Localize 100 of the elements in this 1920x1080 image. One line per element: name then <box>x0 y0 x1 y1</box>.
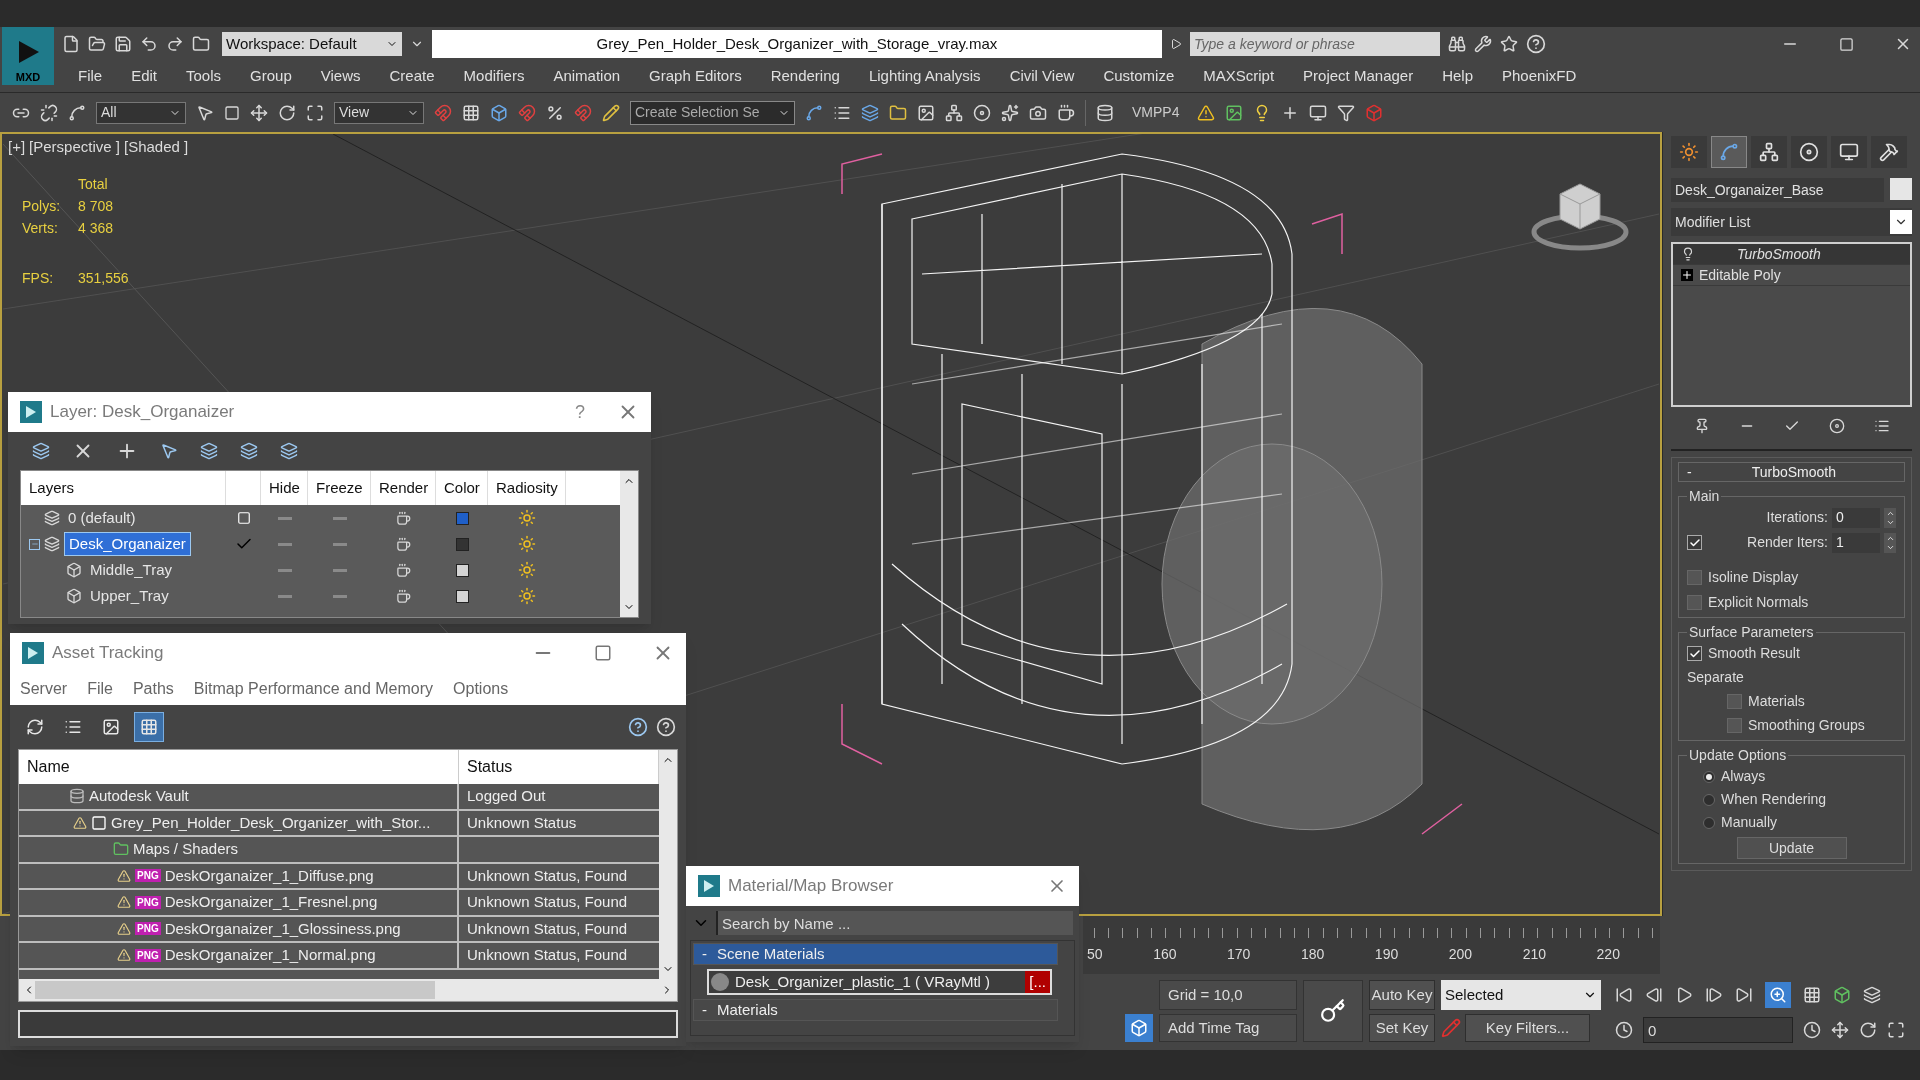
selection-filter-dropdown[interactable]: All <box>96 101 186 124</box>
pan-icon[interactable] <box>1831 1021 1849 1039</box>
timeline-ruler[interactable]: 50 160 170 180 190 200 210 220 <box>1083 916 1660 974</box>
maximize-viewport-icon[interactable] <box>1887 1021 1905 1039</box>
update-button[interactable]: Update <box>1736 837 1847 859</box>
command-panel-tab[interactable] <box>1791 136 1827 168</box>
column-header[interactable]: Render <box>371 471 436 505</box>
plugin-label[interactable]: VMPP4 <box>1124 102 1188 123</box>
percent-snap-icon[interactable] <box>546 103 564 122</box>
expand-icon[interactable] <box>1681 269 1693 281</box>
asset-name[interactable]: Grey_Pen_Holder_Desk_Organizer_with_Stor... <box>111 811 431 834</box>
modifier-stack-item[interactable]: Editable Poly <box>1699 264 1781 286</box>
column-header[interactable]: Color <box>436 471 488 505</box>
binoculars-icon[interactable] <box>1448 35 1466 53</box>
menu-item[interactable]: MAXScript <box>1203 65 1275 88</box>
workspace-dropdown[interactable]: Workspace: Default <box>222 32 402 56</box>
menu-item[interactable]: Help <box>1442 65 1473 88</box>
wrench-icon[interactable] <box>1474 35 1492 53</box>
menu-item[interactable]: Edit <box>131 65 158 88</box>
viewport-layout-icon[interactable] <box>1863 986 1881 1004</box>
reference-coordinate-dropdown[interactable]: View <box>334 101 424 124</box>
scale-icon[interactable] <box>306 103 324 122</box>
freeze-toggle[interactable] <box>332 516 347 520</box>
undo-icon[interactable] <box>140 35 158 53</box>
menu-item[interactable]: Create <box>389 65 435 88</box>
set-key-button[interactable]: Set Key <box>1369 1014 1435 1042</box>
redo-icon[interactable] <box>166 35 184 53</box>
cube-icon[interactable] <box>1833 986 1851 1004</box>
selection-region-icon[interactable] <box>224 104 240 121</box>
rollout-header[interactable]: - TurboSmooth <box>1678 462 1905 482</box>
layer-color-swatch[interactable] <box>455 511 469 525</box>
column-header[interactable]: Hide <box>261 471 308 505</box>
next-frame-icon[interactable] <box>1705 986 1723 1004</box>
add-time-tag-button[interactable]: Add Time Tag <box>1159 1014 1297 1042</box>
menu-item[interactable]: Customize <box>1103 65 1175 88</box>
previous-frame-icon[interactable] <box>1645 986 1663 1004</box>
layer-color-swatch[interactable] <box>455 563 469 577</box>
scene-explorer-icon[interactable] <box>889 103 907 122</box>
menu-item[interactable]: Graph Editors <box>649 65 742 88</box>
menu-item[interactable]: Views <box>320 65 361 88</box>
path-field[interactable] <box>18 1010 678 1038</box>
highlight-layer-icon[interactable] <box>200 442 218 460</box>
new-file-icon[interactable] <box>62 35 80 53</box>
search-field[interactable]: Search by Name ... <box>716 911 1073 935</box>
menu-item[interactable]: Civil View <box>1009 65 1075 88</box>
sun-icon[interactable] <box>518 561 536 579</box>
orbit-icon[interactable] <box>1859 1021 1877 1039</box>
scrollbar[interactable] <box>659 750 677 979</box>
sun-icon[interactable] <box>518 535 536 553</box>
hide-toggle[interactable] <box>277 516 292 520</box>
menu-item[interactable]: Server <box>20 677 68 701</box>
help-icon[interactable] <box>1526 34 1546 54</box>
material-editor-icon[interactable] <box>973 103 991 122</box>
hide-toggle[interactable] <box>277 542 292 546</box>
menu-item[interactable]: Bitmap Performance and Memory <box>193 677 434 701</box>
key-mode-dropdown[interactable]: Selected <box>1441 980 1601 1010</box>
asset-name[interactable]: DeskOrganaizer_1_Glossiness.png <box>164 917 401 940</box>
menu-item[interactable]: Group <box>250 65 292 88</box>
menu-item[interactable]: Lighting Analysis <box>868 65 981 88</box>
project-folder-icon[interactable] <box>192 35 210 53</box>
checkbox[interactable] <box>1687 570 1702 585</box>
command-panel-tab[interactable] <box>1671 136 1707 168</box>
command-panel-tab[interactable] <box>1751 136 1787 168</box>
layer-name[interactable]: Middle_Tray <box>86 558 176 582</box>
texture-icon[interactable] <box>1225 103 1244 122</box>
vault-help-icon[interactable] <box>628 717 648 737</box>
menu-item[interactable]: Rendering <box>770 65 840 88</box>
checkbox[interactable] <box>1727 694 1742 709</box>
pencil-icon[interactable] <box>602 103 620 122</box>
menu-item[interactable]: Modifiers <box>463 65 525 88</box>
object-color-swatch[interactable] <box>1890 178 1912 200</box>
schematic-icon[interactable] <box>945 103 963 122</box>
radio-button[interactable] <box>1703 770 1715 783</box>
checkbox[interactable] <box>1687 595 1702 610</box>
key-filters-button[interactable]: Key Filters... <box>1465 1014 1590 1042</box>
asset-name[interactable]: Autodesk Vault <box>89 785 189 808</box>
column-header[interactable]: Freeze <box>308 471 371 505</box>
material-group-header[interactable]: - Materials <box>693 999 1058 1021</box>
menu-item[interactable]: File <box>87 677 113 701</box>
horizontal-scrollbar[interactable] <box>19 979 677 1001</box>
layer-color-swatch[interactable] <box>455 537 469 551</box>
new-layer-icon[interactable] <box>32 442 50 460</box>
layer-name[interactable]: 0 (default) <box>64 506 140 530</box>
column-header[interactable]: Name <box>19 750 459 784</box>
command-panel-tab[interactable] <box>1871 136 1907 168</box>
spinner-field[interactable]: 0 <box>1832 507 1880 528</box>
auto-key-button[interactable]: Auto Key <box>1369 980 1435 1010</box>
time-configuration-icon[interactable] <box>1803 1021 1821 1039</box>
play-icon[interactable] <box>1170 38 1182 50</box>
move-icon[interactable] <box>250 103 268 122</box>
viewport-label[interactable]: [+] <box>8 136 26 159</box>
material-item[interactable]: Desk_Organizer_plastic_1 ( VRayMtl ) [... <box>707 969 1052 995</box>
go-to-start-icon[interactable] <box>1615 986 1633 1004</box>
radio-button[interactable] <box>1703 816 1715 829</box>
menu-item[interactable]: Options <box>453 677 509 701</box>
hide-all-layers-icon[interactable] <box>240 442 258 460</box>
help-icon[interactable] <box>656 717 676 737</box>
search-field[interactable]: Type a keyword or phrase <box>1190 32 1440 56</box>
column-header[interactable]: Radiosity <box>488 471 566 505</box>
spinner-arrows-icon[interactable] <box>1884 507 1896 528</box>
